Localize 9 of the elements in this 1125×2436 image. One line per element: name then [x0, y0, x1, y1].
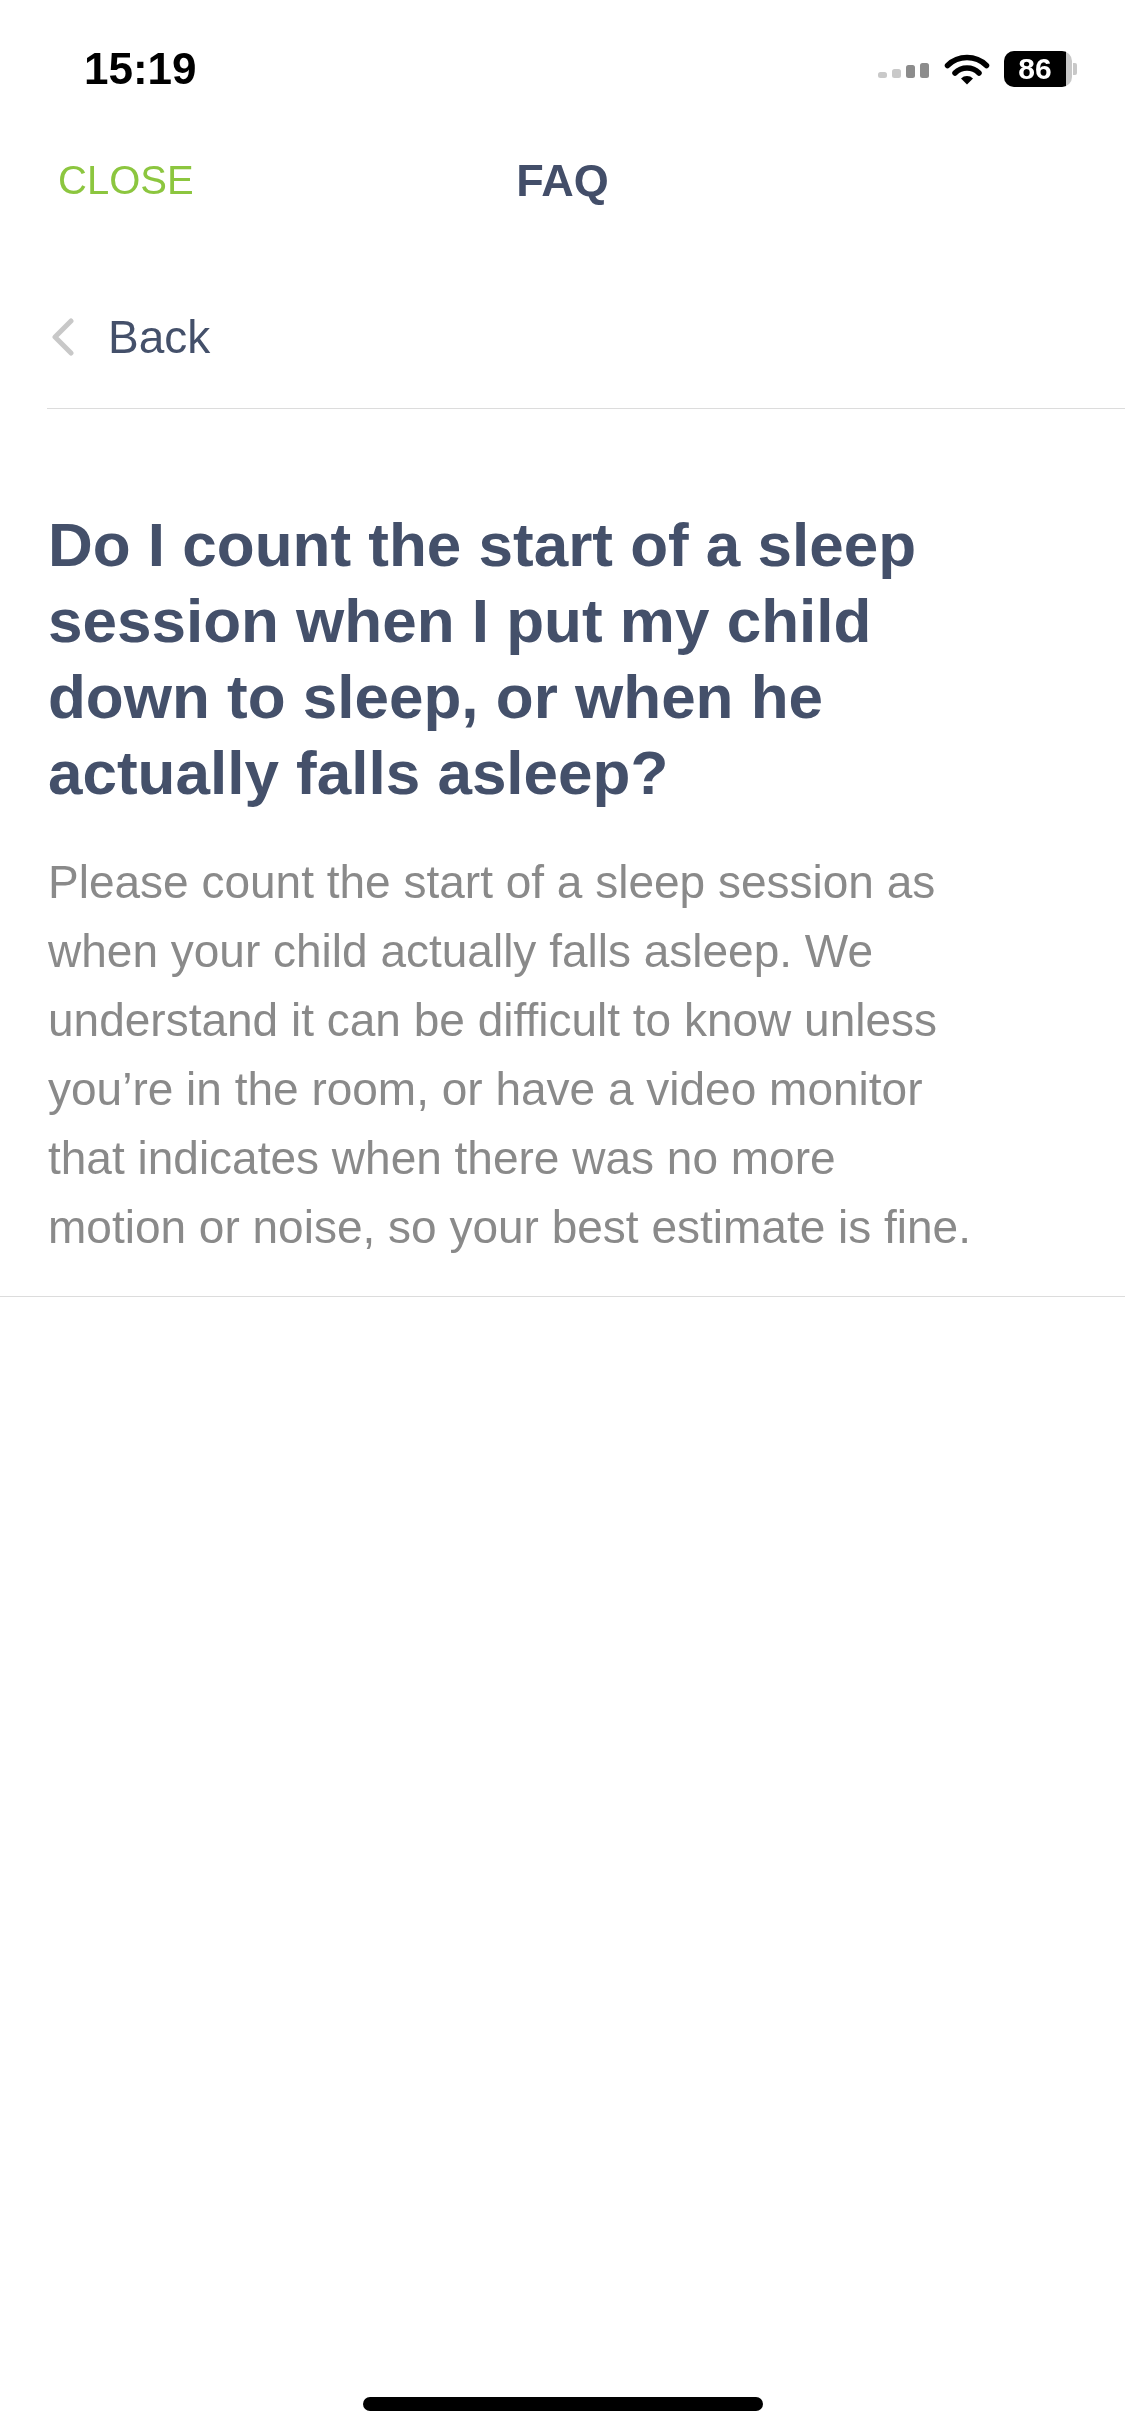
- status-time: 15:19: [84, 47, 197, 91]
- question-heading: Do I count the start of a sleep session when I put my child down to sleep, or when he actually falls asleep?: [48, 509, 918, 809]
- page-title: FAQ: [516, 157, 609, 203]
- back-button[interactable]: Back: [47, 307, 217, 367]
- battery-percentage: 86: [1018, 54, 1052, 84]
- chevron-left-icon: [50, 318, 75, 356]
- wifi-icon: [944, 53, 990, 85]
- answer-text: Please count the start of a sleep session as when your child actually falls asleep. We understand it can be difficult to know unless you’re in the room, or have a video monitor that indicates when there was no more motion or noise, so your best estimate is fine.: [48, 855, 972, 1255]
- signal-icon: [878, 60, 929, 78]
